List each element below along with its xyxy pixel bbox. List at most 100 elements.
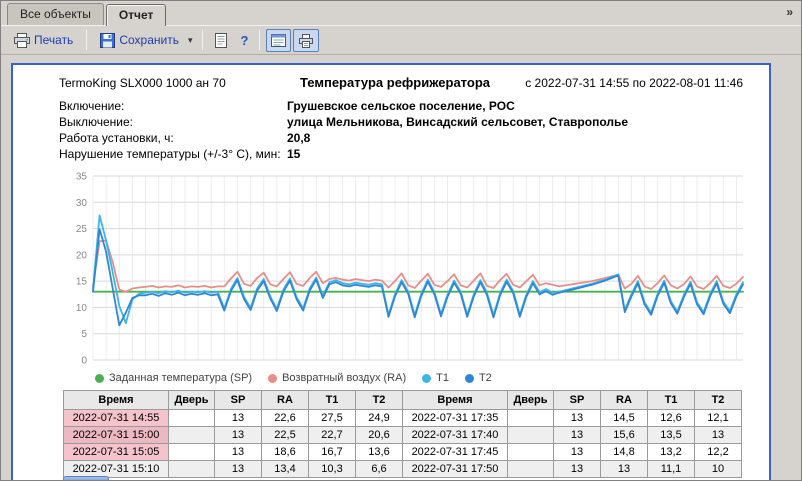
info-value: Грушевское сельское поселение, РОС xyxy=(287,98,515,114)
app-window: Все объекты Отчет » Печать Сохранить ▾ xyxy=(0,0,802,481)
svg-text:30: 30 xyxy=(76,198,88,209)
value-cell: 16,7 xyxy=(309,444,356,461)
report-info: Включение: Грушевское сельское поселение… xyxy=(59,98,743,162)
time-cell: 2022-07-31 17:40 xyxy=(403,427,508,444)
tab-overflow-chevron-icon[interactable]: » xyxy=(786,5,793,19)
column-header: T1 xyxy=(648,391,695,410)
value-cell: 13 xyxy=(554,410,601,427)
value-cell: 13 xyxy=(554,461,601,478)
value-cell: 13,2 xyxy=(648,444,695,461)
svg-text:35: 35 xyxy=(76,172,88,183)
svg-text:20: 20 xyxy=(76,250,88,261)
value-cell: 15,6 xyxy=(601,427,648,444)
info-label: Работа установки, ч: xyxy=(59,130,287,146)
save-icon xyxy=(100,33,115,48)
print-button-label: Печать xyxy=(34,33,73,47)
column-header: Время xyxy=(64,391,169,410)
column-header: T2 xyxy=(695,391,742,410)
legend-dot-t2 xyxy=(465,374,474,383)
column-header: SP xyxy=(215,391,262,410)
table-header-row: ВремяДверьSPRAT1T2ВремяДверьSPRAT1T2 xyxy=(64,391,742,410)
legend-item-sp: Заданная температура (SP) xyxy=(95,372,252,384)
value-cell: 13 xyxy=(601,461,648,478)
help-button[interactable]: ? xyxy=(235,29,253,52)
value-cell: 13,6 xyxy=(356,444,403,461)
report-panel: TermoKing SLX000 1000 ан 70 Температура … xyxy=(11,63,771,481)
legend-label-ra: Возвратный воздух (RA) xyxy=(282,372,406,384)
value-cell: 13 xyxy=(215,444,262,461)
legend-dot-ra xyxy=(268,374,277,383)
svg-text:5: 5 xyxy=(81,329,87,340)
value-cell: 13 xyxy=(215,461,262,478)
table-row: 2022-07-31 14:551322,627,524,92022-07-31… xyxy=(64,410,742,427)
tab-bar: Все объекты Отчет » xyxy=(1,1,801,25)
value-cell xyxy=(508,427,554,444)
report-period: с 2022-07-31 14:55 по 2022-08-01 11:46 xyxy=(493,76,743,90)
legend-item-ra: Возвратный воздух (RA) xyxy=(268,372,406,384)
chart-area: 05101520253035 xyxy=(59,168,743,370)
value-cell: 12,6 xyxy=(648,410,695,427)
legend-label-t2: T2 xyxy=(479,372,492,384)
export-button[interactable] xyxy=(209,29,233,52)
svg-text:15: 15 xyxy=(76,277,88,288)
report-table-body: 2022-07-31 14:551322,627,524,92022-07-31… xyxy=(64,410,742,478)
value-cell: 13,5 xyxy=(648,427,695,444)
legend-label-t1: T1 xyxy=(436,372,449,384)
column-header: T2 xyxy=(356,391,403,410)
value-cell xyxy=(169,444,215,461)
value-cell: 24,9 xyxy=(356,410,403,427)
column-header: RA xyxy=(262,391,309,410)
legend-label-sp: Заданная температура (SP) xyxy=(109,372,252,384)
toolbar-separator xyxy=(202,30,203,50)
value-cell: 13 xyxy=(215,410,262,427)
info-label: Включение: xyxy=(59,98,287,114)
help-icon: ? xyxy=(240,33,248,48)
tab-report[interactable]: Отчет xyxy=(106,4,167,26)
value-cell: 13 xyxy=(695,427,742,444)
report-header: TermoKing SLX000 1000 ан 70 Температура … xyxy=(59,75,743,90)
column-header: Время xyxy=(403,391,508,410)
save-button[interactable]: Сохранить xyxy=(93,29,186,52)
value-cell: 12,2 xyxy=(695,444,742,461)
value-cell: 13 xyxy=(554,444,601,461)
value-cell: 10 xyxy=(695,461,742,478)
save-dropdown-button[interactable]: ▾ xyxy=(184,31,197,50)
report-view-icon xyxy=(271,33,286,48)
horizontal-scrollbar-thumb[interactable] xyxy=(63,476,109,481)
toolbar-separator xyxy=(86,30,87,50)
printer-icon xyxy=(14,33,30,48)
value-cell: 22,6 xyxy=(262,410,309,427)
time-cell: 2022-07-31 17:35 xyxy=(403,410,508,427)
value-cell xyxy=(169,410,215,427)
toolbar: Печать Сохранить ▾ ? xyxy=(1,25,801,55)
save-button-label: Сохранить xyxy=(119,33,179,47)
table-row: 2022-07-31 15:101313,410,36,62022-07-31 … xyxy=(64,461,742,478)
legend-dot-t1 xyxy=(422,374,431,383)
temperature-chart: 05101520253035 xyxy=(59,168,749,370)
time-cell: 2022-07-31 14:55 xyxy=(64,410,169,427)
print-button[interactable]: Печать xyxy=(7,29,80,52)
column-header: T1 xyxy=(309,391,356,410)
column-header: RA xyxy=(601,391,648,410)
value-cell: 20,6 xyxy=(356,427,403,444)
report-view-toggle[interactable] xyxy=(266,29,291,52)
toolbar-separator xyxy=(259,30,260,50)
time-cell: 2022-07-31 17:50 xyxy=(403,461,508,478)
info-label: Нарушение температуры (+/-3° C), мин: xyxy=(59,146,287,162)
value-cell: 13,4 xyxy=(262,461,309,478)
time-cell: 2022-07-31 15:10 xyxy=(64,461,169,478)
content-area: TermoKing SLX000 1000 ан 70 Температура … xyxy=(1,55,801,480)
legend-item-t1: T1 xyxy=(422,372,449,384)
tab-all-objects[interactable]: Все объекты xyxy=(7,3,104,25)
print-preview-icon xyxy=(298,33,314,48)
value-cell xyxy=(508,461,554,478)
device-name: TermoKing SLX000 1000 ан 70 xyxy=(59,76,297,90)
column-header: Дверь xyxy=(169,391,215,410)
value-cell: 18,6 xyxy=(262,444,309,461)
column-header: Дверь xyxy=(508,391,554,410)
value-cell xyxy=(508,410,554,427)
info-value: улица Мельникова, Винсадский сельсовет, … xyxy=(287,114,628,130)
value-cell: 22,5 xyxy=(262,427,309,444)
print-preview-toggle[interactable] xyxy=(293,29,319,52)
legend-dot-sp xyxy=(95,374,104,383)
